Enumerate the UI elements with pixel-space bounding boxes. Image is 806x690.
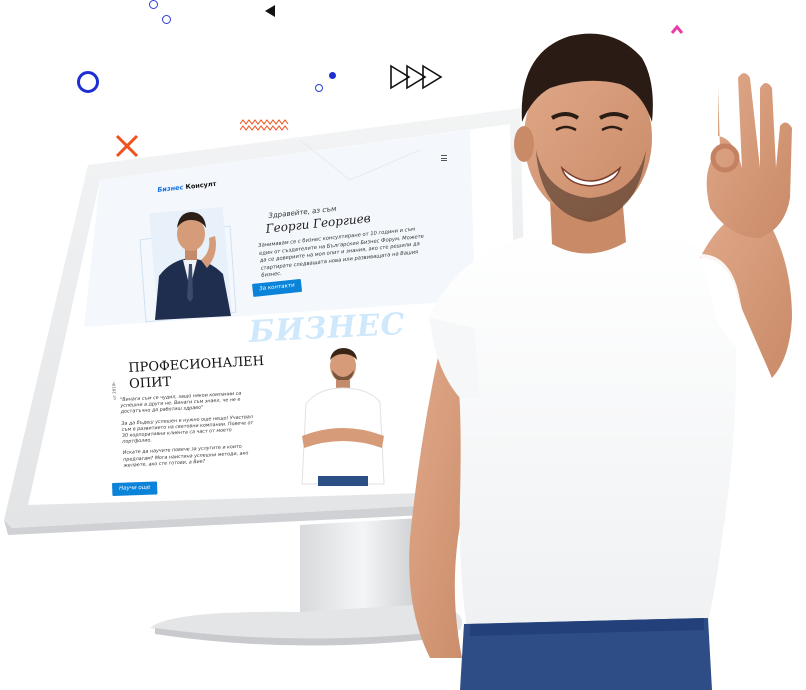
section-side-label: от 2010г. (110, 380, 117, 400)
learn-more-button[interactable]: Научи още (112, 481, 158, 496)
section-portrait-image (301, 348, 385, 486)
section-paragraphs: "Винаги съм се чудил, защо някои компани… (120, 391, 259, 470)
main-person-image (409, 33, 792, 690)
hero-portrait-image (148, 206, 233, 320)
section-paragraph-2: За да бъдеш успешен е нужно още нещо! Уч… (121, 414, 254, 446)
